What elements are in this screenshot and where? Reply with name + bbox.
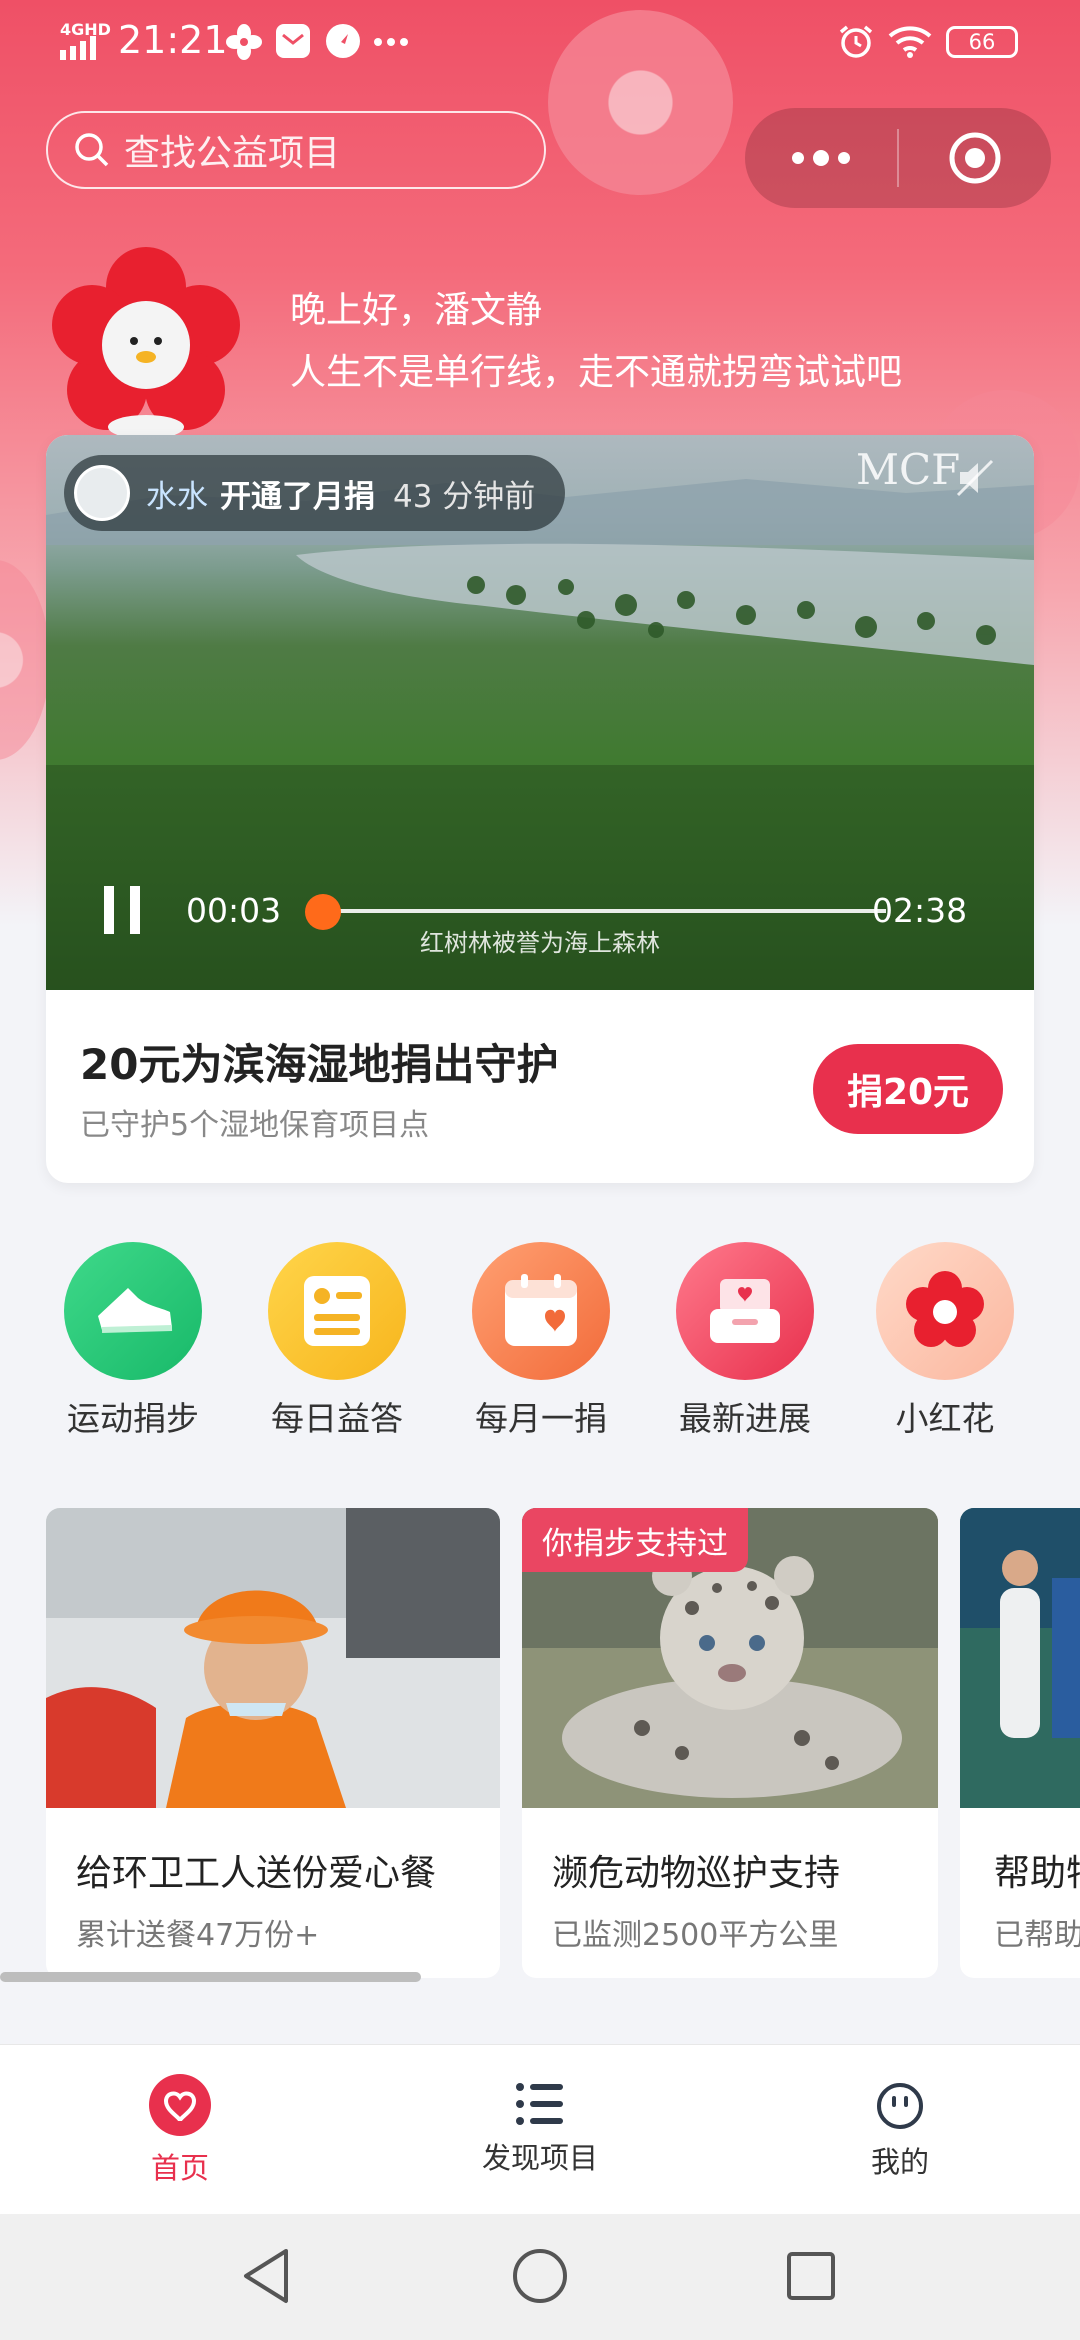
red-flower-icon <box>876 1242 1014 1380</box>
alarm-icon <box>839 25 873 58</box>
tab-label: 我的 <box>870 2145 929 2179</box>
quick-action-daily-quiz[interactable]: 每日益答 <box>262 1242 412 1440</box>
quick-action-label: 小红花 <box>895 1399 995 1438</box>
project-stat: 已监测2500平方公里 <box>552 1918 839 1953</box>
inbox-heart-icon <box>676 1242 814 1380</box>
supported-badge: 你捐步支持过 <box>522 1508 748 1572</box>
mute-icon[interactable] <box>954 457 996 499</box>
miniprogram-capsule <box>745 108 1051 208</box>
quick-action-label: 最新进展 <box>679 1399 811 1438</box>
donor-name: 水水 <box>146 478 208 515</box>
activity-time: 43 分钟前 <box>393 478 536 515</box>
tab-label: 首页 <box>150 2151 209 2185</box>
project-subtitle: 已守护5个湿地保育项目点 <box>80 1108 430 1143</box>
search-icon <box>75 133 109 167</box>
video-progress-track[interactable] <box>311 909 886 913</box>
quick-action-label: 运动捐步 <box>67 1399 199 1438</box>
channel-logo: MCF <box>856 445 961 494</box>
sneaker-icon <box>64 1242 202 1380</box>
quick-action-step-donation[interactable]: 运动捐步 <box>58 1242 208 1440</box>
project-stat: 已帮助 <box>994 1918 1080 1953</box>
quick-action-label: 每月一捐 <box>475 1399 607 1438</box>
mail-icon <box>276 24 310 58</box>
quiz-card-icon <box>268 1242 406 1380</box>
project-card[interactable]: 你捐步支持过 濒危动物巡护支持 已监测2500平方公里 <box>522 1508 938 1978</box>
pinwheel-icon <box>226 24 262 60</box>
compass-icon <box>326 24 360 58</box>
donation-activity-ticker: 水水 开通了月捐 43 分钟前 <box>64 455 566 531</box>
target-icon <box>949 132 1001 184</box>
project-card[interactable]: 给环卫工人送份爱心餐 累计送餐47万份+ <box>46 1508 500 1978</box>
quick-action-latest-progress[interactable]: 最新进展 <box>670 1242 820 1440</box>
close-miniprogram-button[interactable] <box>899 108 1051 208</box>
horizontal-scroll-indicator <box>0 1972 421 1982</box>
quick-action-label: 每日益答 <box>271 1399 403 1438</box>
bottom-tab-bar: 首页 发现项目 我的 <box>0 2044 1080 2214</box>
signal-icon <box>60 36 96 60</box>
back-icon[interactable] <box>240 2247 292 2305</box>
greeting: 晚上好，潘文静 人生不是单行线，走不通就拐弯试试吧 <box>290 286 902 398</box>
search-input[interactable]: 查找公益项目 <box>46 111 546 189</box>
search-placeholder: 查找公益项目 <box>124 133 341 174</box>
mascot-flower <box>52 247 240 439</box>
project-title: 20元为滨海湿地捐出守护 <box>80 1040 559 1089</box>
project-title: 帮助特 <box>994 1853 1080 1894</box>
project-title: 濒危动物巡护支持 <box>552 1853 841 1894</box>
donate-button[interactable]: 捐20元 <box>813 1044 1003 1134</box>
quick-action-little-red-flower[interactable]: 小红花 <box>870 1242 1020 1440</box>
project-image-elderly-care <box>960 1508 1080 1808</box>
video-player[interactable]: MCF 水水 开通了月捐 43 分钟前 00:03 02:38 红树林被誉为海上… <box>46 435 1034 990</box>
status-bar: 4GHD 21:21 66 <box>0 0 1080 84</box>
project-title: 给环卫工人送份爱心餐 <box>76 1853 437 1894</box>
project-image-sanitation-worker <box>46 1508 500 1808</box>
home-circle-icon[interactable] <box>512 2248 568 2304</box>
battery-icon: 66 <box>946 26 1018 58</box>
calendar-heart-icon <box>472 1242 610 1380</box>
project-card[interactable]: 帮助特 已帮助 <box>960 1508 1080 1978</box>
list-icon <box>516 2083 563 2125</box>
donor-action: 开通了月捐 <box>220 478 375 515</box>
tab-discover-projects[interactable]: 发现项目 <box>440 2081 640 2177</box>
system-navigation-bar <box>0 2214 1080 2340</box>
tab-me[interactable]: 我的 <box>800 2081 1000 2181</box>
smiley-icon <box>877 2083 923 2129</box>
avatar <box>74 465 130 521</box>
tab-home[interactable]: 首页 <box>80 2073 280 2187</box>
project-stat: 累计送餐47万份+ <box>76 1918 320 1953</box>
wifi-icon <box>888 26 932 58</box>
more-options-button[interactable] <box>745 108 897 208</box>
more-dots-icon <box>374 38 408 46</box>
greeting-text: 晚上好，潘文静 <box>290 290 543 331</box>
video-caption: 红树林被誉为海上森林 <box>420 929 660 957</box>
featured-project-card[interactable]: MCF 水水 开通了月捐 43 分钟前 00:03 02:38 红树林被誉为海上… <box>46 435 1034 1183</box>
more-dots-icon <box>792 150 850 166</box>
clock: 21:21 <box>118 18 228 62</box>
battery-level: 66 <box>968 30 996 54</box>
tab-label: 发现项目 <box>481 2141 598 2175</box>
recents-square-icon[interactable] <box>786 2251 836 2301</box>
daily-quote: 人生不是单行线，走不通就拐弯试试吧 <box>290 352 903 393</box>
heart-home-icon <box>149 2074 211 2136</box>
quick-action-monthly-donation[interactable]: 每月一捐 <box>466 1242 616 1440</box>
